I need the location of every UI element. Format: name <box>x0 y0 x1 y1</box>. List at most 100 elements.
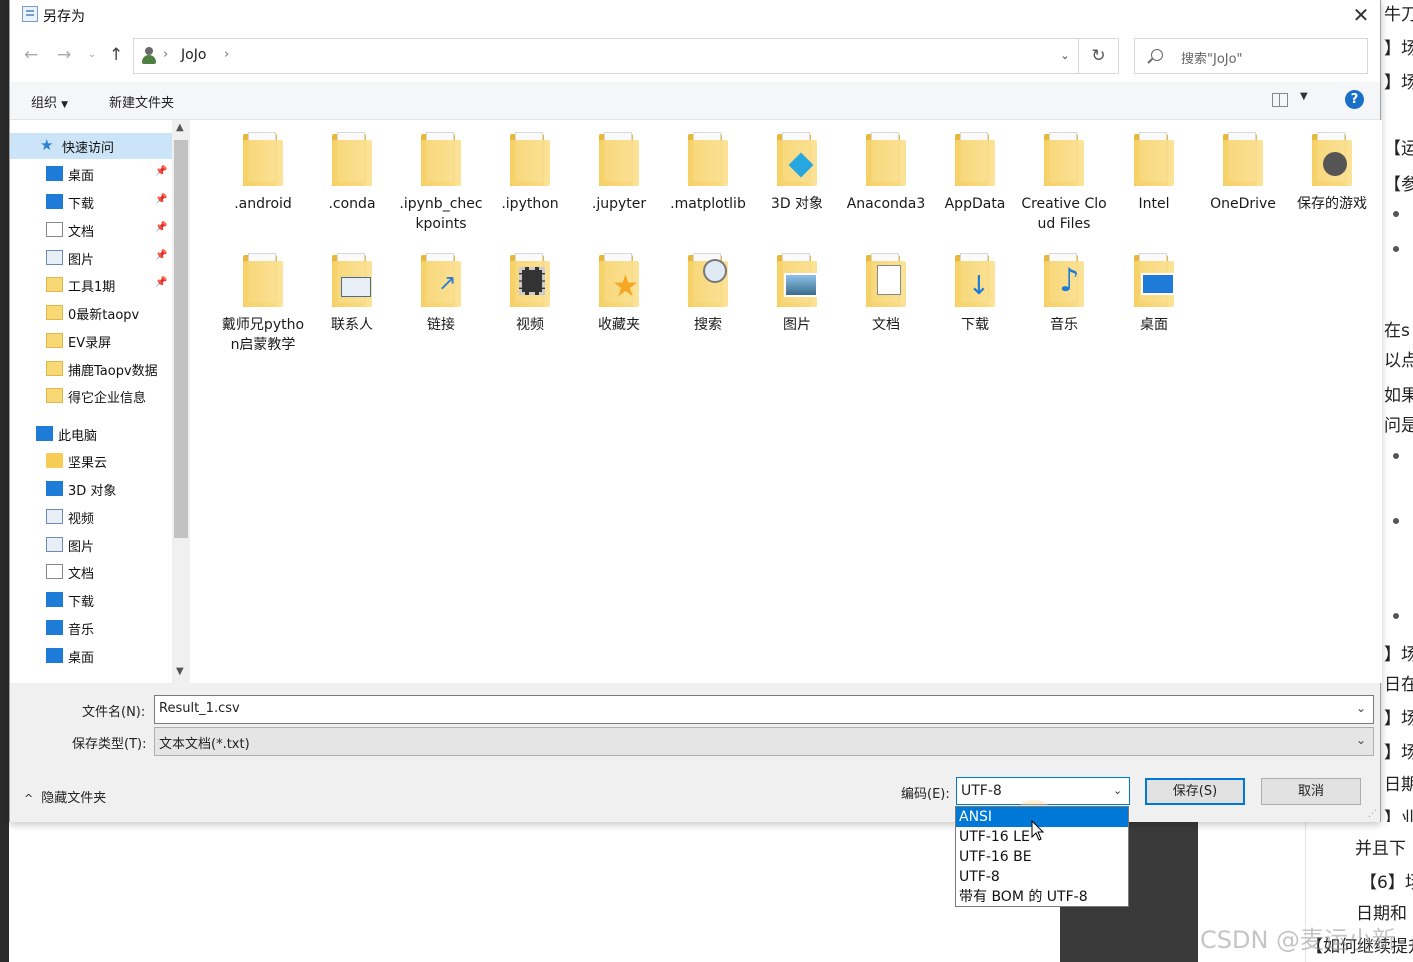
sidebar-item[interactable]: 文档 📌 <box>10 217 172 243</box>
sidebar-item[interactable]: EV录屏 <box>10 328 172 354</box>
sidebar-item[interactable]: 下载 <box>10 587 172 613</box>
up-arrow-icon[interactable]: ↑ <box>109 45 123 65</box>
file-item[interactable]: 图片 <box>753 251 841 335</box>
file-item[interactable]: .conda <box>308 130 396 214</box>
file-item[interactable]: ★ 收藏夹 <box>575 251 663 335</box>
scroll-up-icon[interactable]: ▲ <box>176 122 184 133</box>
file-item[interactable]: 保存的游戏 <box>1288 130 1376 214</box>
sidebar-item[interactable]: 0最新taopv <box>10 300 172 326</box>
breadcrumb-jojo[interactable]: JoJo <box>181 47 206 63</box>
sidebar-item[interactable]: 捕鹿Taopv数据 <box>10 356 172 382</box>
folder-icon <box>950 130 1000 190</box>
chevron-down-icon[interactable]: ⌄ <box>1356 733 1366 747</box>
forward-arrow-icon[interactable]: → <box>57 45 71 65</box>
file-item[interactable]: AppData <box>931 130 1019 214</box>
folder-icon <box>46 305 63 320</box>
address-dropdown-icon[interactable]: ⌄ <box>1052 39 1078 73</box>
file-item[interactable]: Intel <box>1110 130 1198 214</box>
pictures-icon <box>46 250 63 265</box>
file-item[interactable]: 搜索 <box>664 251 752 335</box>
sidebar-item[interactable]: 桌面 📌 <box>10 161 172 187</box>
sidebar-item[interactable]: 图片 📌 <box>10 245 172 271</box>
organize-button[interactable]: 组织 ▼ <box>31 92 68 111</box>
recent-locations-icon[interactable]: ⌄ <box>88 49 96 60</box>
file-item[interactable]: ♪ 音乐 <box>1020 251 1108 335</box>
file-name: 图片 <box>783 317 811 333</box>
close-button[interactable]: ✕ <box>1348 2 1374 28</box>
file-name: .jupyter <box>591 196 647 212</box>
sidebar-item[interactable]: 音乐 <box>10 615 172 641</box>
file-item[interactable]: ↓ 下载 <box>931 251 1019 335</box>
chevron-down-icon[interactable]: ⌄ <box>1113 784 1122 797</box>
download-icon <box>46 592 63 607</box>
sidebar-item[interactable]: 下载 📌 <box>10 189 172 215</box>
sidebar-item[interactable]: 文档 <box>10 559 172 585</box>
file-item[interactable]: .jupyter <box>575 130 663 214</box>
file-item[interactable]: .ipynb_checkpoints <box>397 130 485 234</box>
file-item[interactable]: 戴师兄python启蒙教学 <box>219 251 307 355</box>
back-arrow-icon[interactable]: ← <box>24 45 38 65</box>
address-bar[interactable]: › JoJo › ⌄ <box>133 38 1079 74</box>
breadcrumb-separator-icon[interactable]: › <box>224 47 229 62</box>
file-item[interactable]: OneDrive <box>1199 130 1287 214</box>
sidebar-item[interactable]: 3D 对象 <box>10 476 172 502</box>
documents-folder-icon <box>861 251 911 311</box>
encoding-option[interactable]: UTF-16 BE <box>956 847 1128 867</box>
help-icon[interactable]: ? <box>1345 90 1364 109</box>
sidebar-item[interactable]: 视频 <box>10 504 172 530</box>
chevron-down-icon[interactable]: ▼ <box>1300 91 1308 102</box>
file-item[interactable]: 桌面 <box>1110 251 1198 335</box>
sidebar-item[interactable]: ★ 快速访问 <box>10 133 172 159</box>
sidebar-item-label: 下载 <box>68 197 95 212</box>
file-name: 桌面 <box>1140 317 1168 333</box>
save-button[interactable]: 保存(S) <box>1145 778 1245 805</box>
desktop-folder-icon <box>1129 251 1179 311</box>
scrollbar-thumb[interactable] <box>174 140 188 538</box>
sidebar-item[interactable]: 工具1期 📌 <box>10 272 172 298</box>
search-icon <box>1151 49 1163 61</box>
file-item[interactable]: Creative Cloud Files <box>1020 130 1108 234</box>
breadcrumb-separator-icon: › <box>163 47 169 62</box>
sidebar-item[interactable]: 图片 <box>10 532 172 558</box>
file-item[interactable]: .matplotlib <box>664 130 752 214</box>
search-input[interactable]: 搜索"JoJo" <box>1134 38 1368 74</box>
encoding-select[interactable]: UTF-8 <box>956 777 1130 805</box>
chevron-down-icon[interactable]: ⌄ <box>1356 701 1366 715</box>
filename-input[interactable]: Result_1.csv <box>154 695 1374 724</box>
scroll-down-icon[interactable]: ▼ <box>176 666 184 677</box>
pictures-folder-icon <box>772 251 822 311</box>
hide-folders-toggle[interactable]: ^ 隐藏文件夹 <box>24 787 106 806</box>
sidebar-item[interactable]: 此电脑 <box>10 421 172 447</box>
sidebar-item[interactable]: 桌面 <box>10 643 172 669</box>
file-name: 联系人 <box>331 317 373 333</box>
sidebar-item[interactable]: 坚果云 <box>10 448 172 474</box>
encoding-option[interactable]: UTF-8 <box>956 867 1128 887</box>
file-item[interactable]: Anaconda3 <box>842 130 930 214</box>
file-item[interactable]: 联系人 <box>308 251 396 335</box>
file-item[interactable]: .ipython <box>486 130 574 214</box>
filetype-label: 保存类型(T): <box>72 737 147 752</box>
file-item[interactable]: ↗ 链接 <box>397 251 485 335</box>
bullet-dot <box>1393 453 1399 459</box>
file-item[interactable]: 视频 <box>486 251 574 335</box>
view-options-icon[interactable] <box>1272 93 1288 107</box>
file-name: 链接 <box>427 317 455 333</box>
file-item[interactable]: 3D 对象 <box>753 130 841 214</box>
music-folder-icon: ♪ <box>1039 251 1089 311</box>
new-folder-button[interactable]: 新建文件夹 <box>109 92 174 111</box>
background-text: 】场 <box>1384 709 1413 729</box>
refresh-button[interactable]: ↻ <box>1079 38 1119 74</box>
navigation-scrollbar[interactable]: ▲ ▼ <box>172 120 190 683</box>
filetype-select[interactable]: 文本文档(*.txt) <box>154 727 1374 756</box>
file-item[interactable]: 文档 <box>842 251 930 335</box>
bullet-dot <box>1393 518 1399 524</box>
folder-icon <box>416 130 466 190</box>
sidebar-item[interactable]: 得它企业信息 <box>10 383 172 409</box>
resize-grip-icon[interactable]: ⋰ <box>1368 809 1377 819</box>
cancel-button[interactable]: 取消 <box>1261 778 1361 805</box>
encoding-label: 编码(E): <box>901 787 950 802</box>
sidebar-item-label: 下载 <box>68 595 95 610</box>
folder-icon <box>46 388 63 403</box>
encoding-option[interactable]: 带有 BOM 的 UTF-8 <box>956 887 1128 907</box>
file-item[interactable]: .android <box>219 130 307 214</box>
